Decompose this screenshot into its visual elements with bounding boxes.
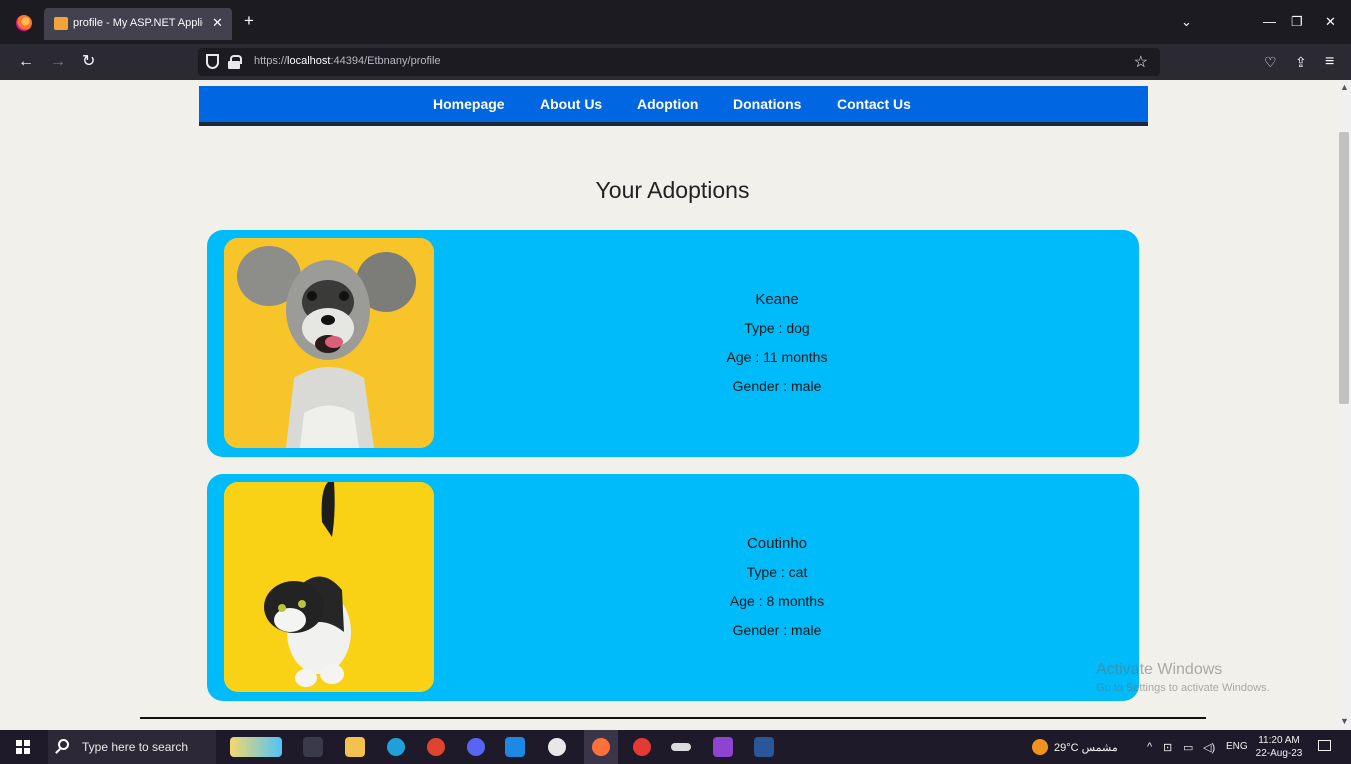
restore-icon[interactable]: ❐	[1291, 14, 1303, 30]
pet-age: Age : 8 months	[729, 593, 825, 609]
tab-list-chevron-icon[interactable]: ⌄	[1181, 14, 1192, 30]
browser-nav-bar: ← → ↻ https://localhost:44394/Etbnany/pr…	[0, 44, 1351, 80]
file-explorer-icon[interactable]	[345, 737, 365, 757]
divider	[140, 717, 1206, 719]
pet-gender: Gender : male	[732, 622, 822, 638]
close-tab-icon[interactable]: ✕	[212, 15, 223, 31]
clock-date: 22-Aug-23	[1255, 748, 1303, 759]
nav-link-donations[interactable]: Donations	[733, 96, 801, 112]
adoption-card-keane: Keane Type : dog Age : 11 months Gender …	[207, 230, 1139, 457]
weather-icon[interactable]	[1032, 739, 1048, 755]
clock[interactable]: 11:20 AM 22-Aug-23	[1254, 734, 1304, 760]
weather-text[interactable]: 29°C مشمس	[1054, 741, 1118, 754]
dog-photo	[224, 238, 434, 448]
windows-start-icon[interactable]	[16, 740, 30, 754]
site-favicon-icon	[54, 17, 68, 30]
pet-info: Keane Type : dog Age : 11 months Gender …	[677, 285, 877, 401]
page-scrollbar[interactable]: ▲ ▼	[1337, 80, 1351, 730]
back-icon[interactable]: ←	[18, 52, 34, 72]
browser-tab-bar: profile - My ASP.NET Applicatio ✕ + ⌄ — …	[0, 0, 1351, 44]
firefox-icon[interactable]	[16, 15, 32, 31]
address-bar[interactable]: https://localhost:44394/Etbnany/profile …	[198, 48, 1160, 76]
notification-icon[interactable]	[1318, 740, 1331, 751]
pet-gender: Gender : male	[732, 378, 822, 394]
share-icon[interactable]: ⇪	[1295, 52, 1307, 72]
network-icon[interactable]: ⊡	[1163, 741, 1172, 754]
browser-tab[interactable]: profile - My ASP.NET Applicatio ✕	[44, 8, 232, 40]
taskbar-search[interactable]: Type here to search	[48, 730, 216, 764]
adoption-card-coutinho: Coutinho Type : cat Age : 8 months Gende…	[207, 474, 1139, 701]
pet-name: Coutinho	[746, 535, 808, 552]
tab-title: profile - My ASP.NET Applicatio	[73, 17, 203, 29]
activate-windows-hint: Go to Settings to activate Windows.	[1096, 682, 1270, 694]
pocket-icon[interactable]: ♡	[1264, 52, 1277, 72]
nav-link-homepage[interactable]: Homepage	[433, 96, 505, 112]
vscode-icon[interactable]	[505, 737, 525, 757]
new-tab-icon[interactable]: +	[244, 12, 254, 29]
tray-chevron-icon[interactable]: ^	[1147, 741, 1152, 753]
minimize-icon[interactable]: —	[1263, 14, 1276, 29]
visual-studio-icon[interactable]	[713, 737, 733, 757]
bookmark-star-icon[interactable]: ☆	[1134, 52, 1148, 72]
pet-name: Keane	[755, 291, 799, 308]
pet-type: Type : dog	[744, 320, 810, 336]
lock-icon[interactable]	[228, 55, 242, 69]
pet-type: Type : cat	[746, 564, 808, 580]
media-player-icon[interactable]	[633, 738, 651, 756]
forward-icon[interactable]: →	[50, 52, 66, 72]
menu-icon[interactable]: ≡	[1325, 52, 1334, 72]
clock-time: 11:20 AM	[1258, 735, 1300, 746]
chrome-icon[interactable]	[427, 738, 445, 756]
nav-link-about-us[interactable]: About Us	[540, 96, 602, 112]
firefox-taskbar-icon[interactable]	[592, 738, 610, 756]
app-icon[interactable]	[671, 743, 691, 751]
nav-link-adoption[interactable]: Adoption	[637, 96, 698, 112]
whatsapp-icon[interactable]	[548, 738, 566, 756]
task-view-icon[interactable]	[303, 737, 323, 757]
display-icon[interactable]: ▭	[1183, 741, 1193, 754]
word-icon[interactable]	[754, 737, 774, 757]
edge-icon[interactable]	[387, 738, 405, 756]
tracking-shield-icon[interactable]	[206, 54, 219, 69]
language-indicator[interactable]: ENG	[1226, 741, 1248, 752]
search-icon	[58, 739, 69, 750]
discord-icon[interactable]	[467, 738, 485, 756]
close-window-icon[interactable]: ✕	[1325, 14, 1336, 30]
search-highlight-icon[interactable]	[230, 737, 282, 757]
url-text[interactable]: https://localhost:44394/Etbnany/profile	[254, 55, 441, 67]
volume-icon[interactable]: ◁)	[1203, 741, 1215, 754]
pet-info: Coutinho Type : cat Age : 8 months Gende…	[677, 529, 877, 645]
nav-link-contact-us[interactable]: Contact Us	[837, 96, 911, 112]
reload-icon[interactable]: ↻	[82, 52, 95, 72]
site-navbar: Homepage About Us Adoption Donations Con…	[199, 86, 1148, 126]
windows-taskbar: Type here to search 29°C مشمس ^ ⊡ ▭ ◁) E…	[0, 730, 1351, 764]
activate-windows-watermark: Activate Windows	[1096, 661, 1223, 678]
scroll-thumb[interactable]	[1339, 132, 1349, 404]
page-title: Your Adoptions	[595, 177, 750, 203]
pet-age: Age : 11 months	[726, 349, 828, 365]
search-placeholder: Type here to search	[82, 740, 189, 754]
scroll-down-icon[interactable]: ▼	[1340, 716, 1349, 726]
scroll-up-icon[interactable]: ▲	[1340, 82, 1349, 92]
cat-photo	[224, 482, 434, 692]
